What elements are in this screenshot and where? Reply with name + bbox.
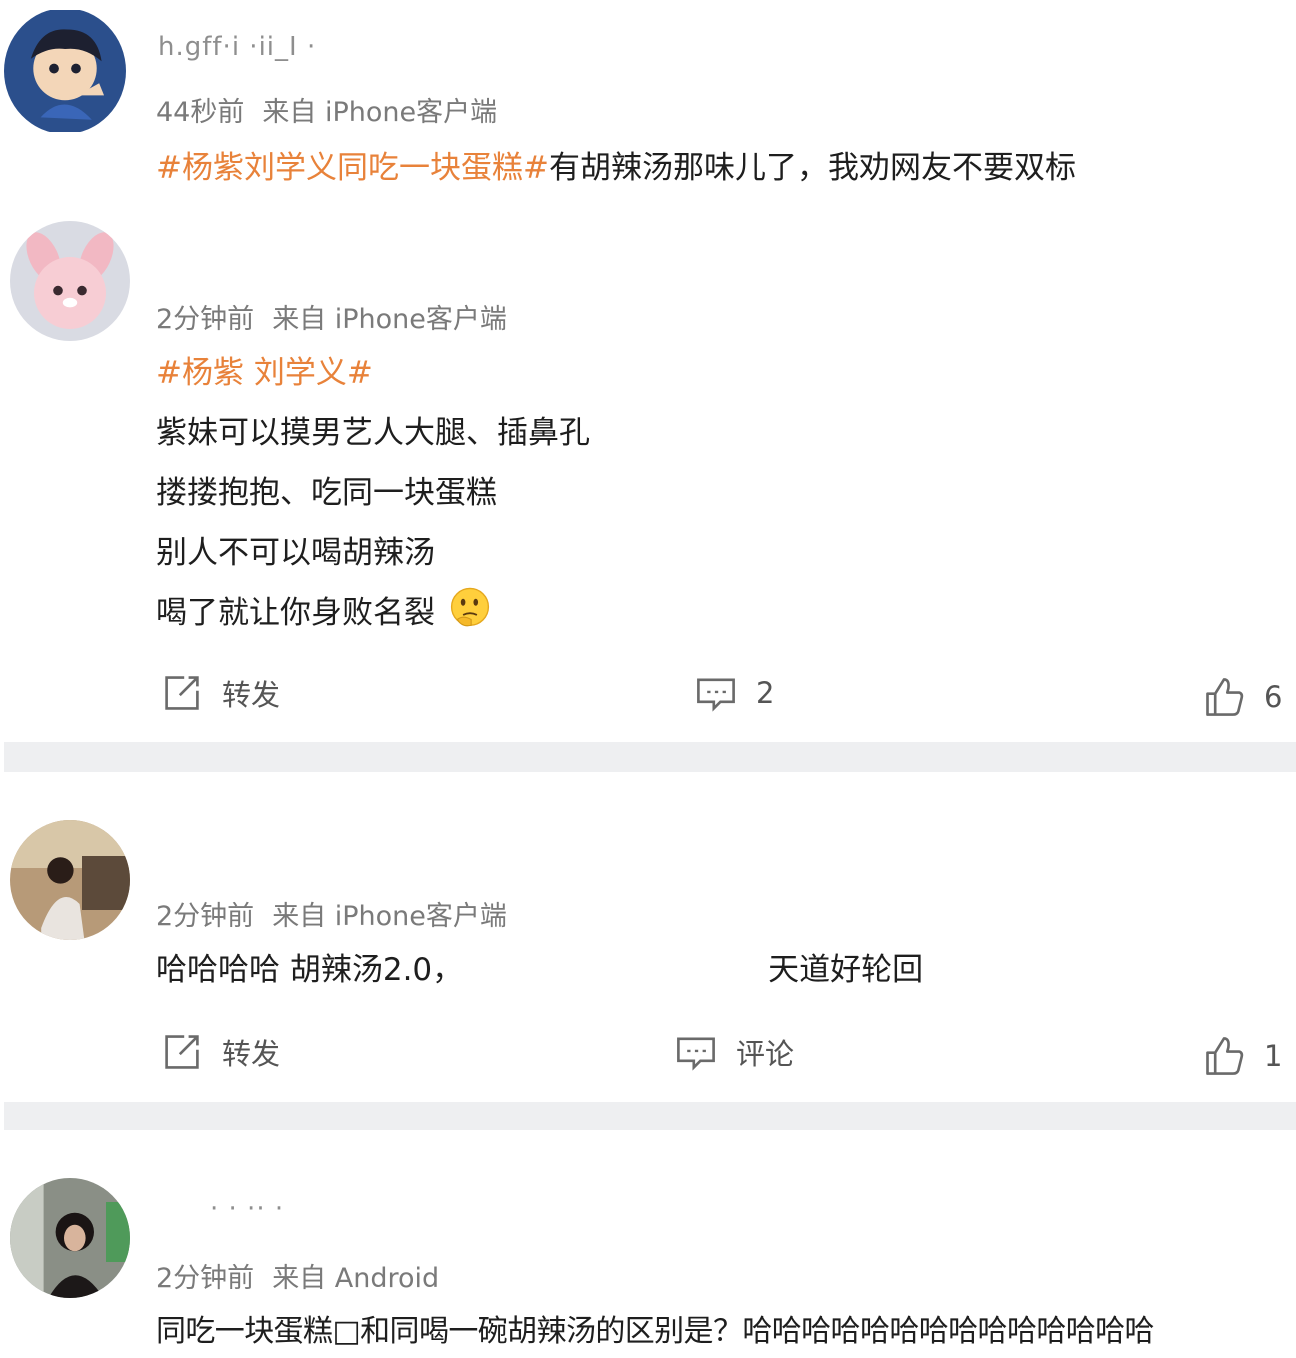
comment-1: h.gff·i ·ii_I · 44秒前 来自 iPhone客户端 #杨紫刘学义同…: [0, 0, 1296, 195]
comment-body: 有胡辣汤那味儿了，我劝网友不要双标: [548, 150, 1076, 186]
thumbs-up-icon: [1206, 1037, 1244, 1075]
repost-button[interactable]: 转发: [160, 1030, 280, 1074]
timestamp: 2分钟前: [156, 1263, 255, 1294]
client-source: 来自 iPhone客户端: [272, 901, 507, 932]
comment-icon: [697, 678, 735, 712]
comment-button[interactable]: 评论: [674, 1030, 794, 1074]
repost-icon: [165, 676, 199, 710]
like-count: 1: [1264, 1039, 1283, 1073]
username[interactable]: h.gff·i ·ii_I ·: [158, 32, 316, 62]
post-meta: 2分钟前 来自 iPhone客户端: [156, 894, 507, 933]
comment-text: #杨紫刘学义同吃一块蛋糕#有胡辣汤那味儿了，我劝网友不要双标: [156, 142, 1076, 187]
thinking-face-icon: [450, 587, 489, 627]
client-source: 来自 Android: [272, 1263, 440, 1294]
timestamp: 2分钟前: [156, 901, 255, 932]
photo-avatar-icon: [10, 820, 130, 940]
like-button[interactable]: 6: [1202, 675, 1282, 719]
comment-4: · · ·· · 2分钟前 来自 Android 同吃一块蛋糕□和同喝一碗胡辣汤的…: [0, 1130, 1296, 1358]
comment-body-end: 天道好轮回: [768, 952, 924, 988]
pink-plush-avatar-icon: [10, 221, 130, 341]
username[interactable]: · · ·· ·: [210, 1194, 284, 1224]
comment-line: 搂搂抱抱、吃同一块蛋糕: [156, 475, 497, 511]
avatar[interactable]: [10, 221, 130, 341]
like-button[interactable]: 1: [1202, 1034, 1282, 1078]
post-separator: [4, 1102, 1296, 1130]
comment-body-start: 哈哈哈哈 胡辣汤2.0，: [156, 952, 464, 988]
avatar[interactable]: [10, 820, 130, 940]
comment-line-with-emoji: 喝了就让你身败名裂: [156, 585, 493, 632]
comment-line: 紫妹可以摸男艺人大腿、插鼻孔: [156, 415, 590, 451]
timestamp: 2分钟前: [156, 304, 255, 335]
avatar[interactable]: [10, 1178, 130, 1298]
post-meta: 44秒前 来自 iPhone客户端: [156, 90, 497, 129]
comment-count: 2: [756, 676, 775, 710]
repost-icon: [165, 1035, 199, 1069]
client-source: 来自 iPhone客户端: [262, 97, 498, 128]
comment-button[interactable]: 2: [694, 671, 774, 715]
client-source: 来自 iPhone客户端: [272, 304, 507, 335]
thumbs-up-icon: [1206, 678, 1244, 716]
hashtag-link[interactable]: #杨紫刘学义同吃一块蛋糕#: [156, 150, 549, 186]
comment-3: 2分钟前 来自 iPhone客户端 哈哈哈哈 胡辣汤2.0， 天道好轮回 转发 评论…: [0, 772, 1296, 1102]
repost-label: 转发: [222, 1037, 281, 1071]
comment-line: 别人不可以喝胡辣汤: [156, 535, 435, 571]
repost-label: 转发: [222, 678, 281, 712]
anime-character-avatar-icon: [4, 10, 126, 132]
comment-line: 喝了就让你身败名裂: [156, 595, 435, 631]
post-meta: 2分钟前 来自 Android: [156, 1256, 439, 1295]
post-separator: [4, 742, 1296, 772]
repost-button[interactable]: 转发: [160, 671, 280, 715]
comment-text: 哈哈哈哈 胡辣汤2.0， 天道好轮回: [156, 944, 923, 989]
post-meta: 2分钟前 来自 iPhone客户端: [156, 297, 507, 336]
comment-icon: [677, 1037, 715, 1071]
comment-text: 同吃一块蛋糕□和同喝一碗胡辣汤的区别是？哈哈哈哈哈哈哈哈哈哈哈哈哈哈: [156, 1314, 1155, 1349]
avatar[interactable]: [4, 8, 126, 134]
comment-label: 评论: [736, 1037, 795, 1071]
photo-avatar-icon: [10, 1178, 130, 1298]
hashtag-link[interactable]: #杨紫 刘学义#: [156, 347, 373, 392]
comment-2: 2分钟前 来自 iPhone客户端 #杨紫 刘学义# 紫妹可以摸男艺人大腿、插鼻孔…: [0, 195, 1296, 740]
like-count: 6: [1264, 680, 1283, 714]
timestamp: 44秒前: [156, 97, 245, 128]
